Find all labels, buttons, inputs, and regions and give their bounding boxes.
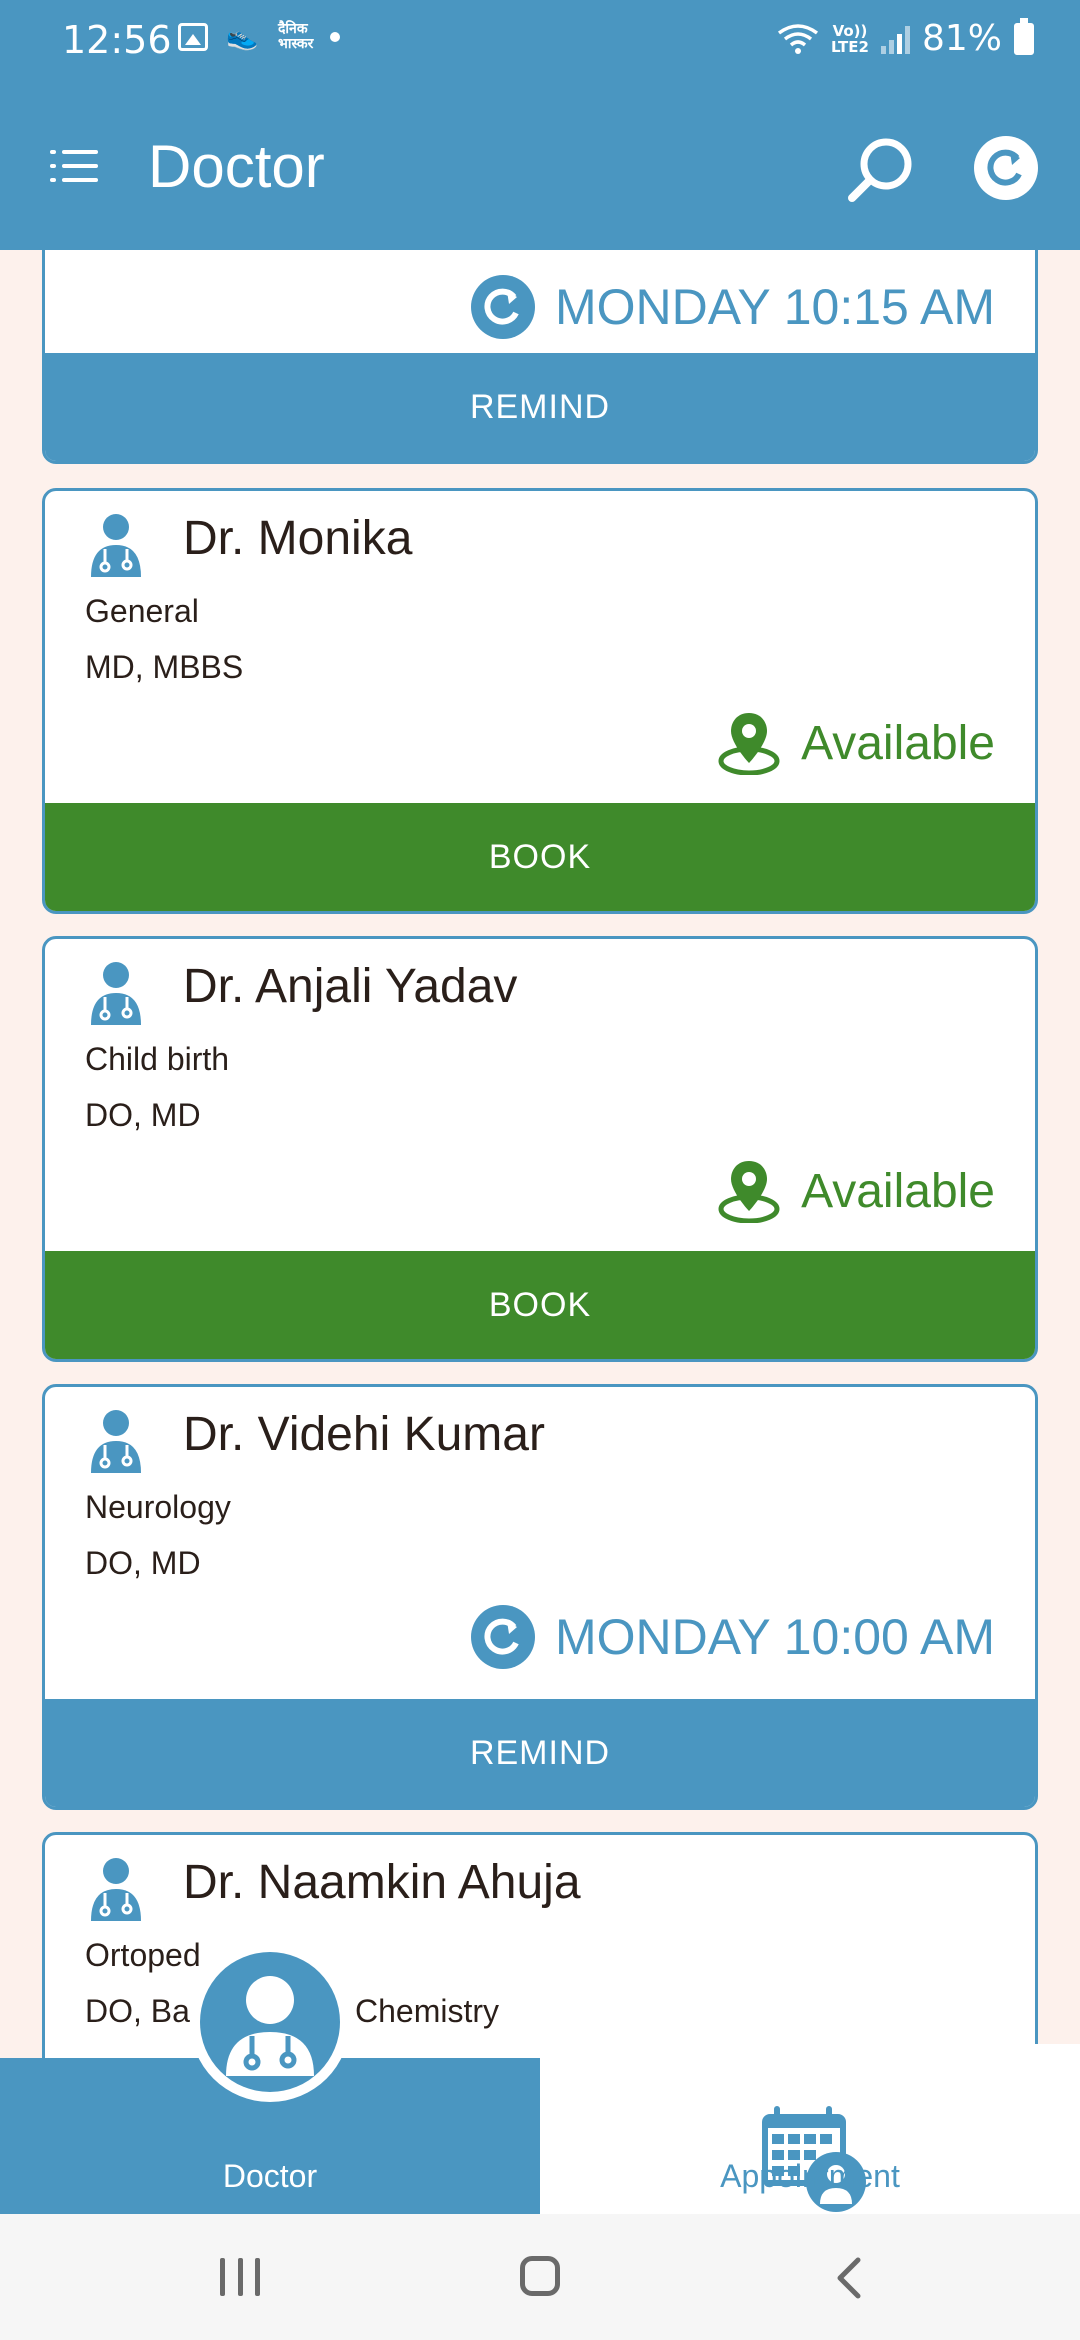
doctor-card: Dr. Videhi Kumar Neurology DO, MD MONDAY… <box>42 1384 1038 1810</box>
back-icon[interactable] <box>830 2256 870 2300</box>
availability-row: Available <box>717 711 995 775</box>
doctor-degree: DO, MD <box>85 1097 201 1133</box>
doctor-specialty: Neurology <box>85 1489 231 1525</box>
remind-button[interactable]: REMIND <box>45 1699 1035 1807</box>
doctor-icon <box>87 961 145 1025</box>
page-title: Doctor <box>148 133 325 200</box>
doctor-list[interactable]: MONDAY 10:15 AM REMIND Dr. Monika Genera… <box>0 250 1080 2058</box>
doctor-degree: DO, MD <box>85 1545 201 1581</box>
doctor-icon <box>87 513 145 577</box>
book-button[interactable]: BOOK <box>45 1251 1035 1359</box>
refresh-icon <box>471 1605 535 1669</box>
shoe-icon: 👟 <box>226 22 259 52</box>
book-button[interactable]: BOOK <box>45 803 1035 911</box>
refresh-icon[interactable] <box>974 136 1038 200</box>
doctor-icon <box>87 1857 145 1921</box>
doctor-name: Dr. Videhi Kumar <box>183 1408 545 1461</box>
bottom-navigation: Doctor Appointment <box>0 1942 1080 2214</box>
nav-label-doctor: Doctor <box>222 2158 318 2194</box>
lte-label: LTE2 <box>830 37 869 56</box>
battery-icon <box>1014 17 1034 55</box>
nav-label-appointment: Appointment <box>720 2158 900 2194</box>
availability-status: Available <box>801 716 995 770</box>
doctor-specialty: General <box>85 593 199 629</box>
doctor-degree: DO, Ba <box>85 1993 190 2029</box>
doctor-specialty: Child birth <box>85 1041 230 1077</box>
nav-tab-doctor[interactable]: Doctor <box>0 1942 540 2214</box>
doctor-icon <box>87 1409 145 1473</box>
doctor-nav-icon <box>200 1952 340 2092</box>
home-icon[interactable] <box>520 2256 560 2296</box>
app-bar: Doctor <box>0 80 1080 250</box>
availability-status: Available <box>801 1164 995 1218</box>
doctor-card: Dr. Anjali Yadav Child birth DO, MD Avai… <box>42 936 1038 1362</box>
schedule-row: MONDAY 10:15 AM <box>471 275 995 339</box>
status-time: 12:56 <box>62 18 172 62</box>
menu-icon[interactable] <box>50 150 100 182</box>
recent-apps-icon[interactable] <box>220 2258 260 2296</box>
nav-tab-appointment[interactable]: Appointment <box>540 2044 1080 2214</box>
doctor-degree-continued: Chemistry <box>355 1993 500 2029</box>
location-pin-icon <box>718 713 780 775</box>
news-app-icon: दैनिक भास्कर <box>278 21 314 52</box>
schedule-time: MONDAY 10:00 AM <box>555 1609 995 1665</box>
remind-button[interactable]: REMIND <box>45 353 1035 461</box>
wifi-icon <box>777 23 819 55</box>
doctor-name: Dr. Anjali Yadav <box>183 960 518 1013</box>
status-system-icons: Vo)) LTE2 81% <box>777 17 1034 59</box>
location-pin-icon <box>718 1161 780 1223</box>
battery-percent: 81% <box>921 18 1002 59</box>
doctor-name: Dr. Monika <box>183 512 413 565</box>
search-icon[interactable] <box>846 134 916 204</box>
doctor-fab[interactable] <box>190 1942 350 2102</box>
refresh-icon <box>471 275 535 339</box>
lte-indicator: Vo)) LTE2 <box>831 23 869 55</box>
doctor-card: Dr. Monika General MD, MBBS Available BO… <box>42 488 1038 914</box>
status-notification-icons: 👟 दैनिक भास्कर <box>178 22 340 52</box>
doctor-specialty: Ortoped <box>85 1937 201 1973</box>
schedule-row: MONDAY 10:00 AM <box>471 1605 995 1669</box>
more-notifications-icon <box>330 32 340 42</box>
system-navigation-bar <box>0 2214 1080 2340</box>
doctor-degree: MD, MBBS <box>85 649 244 685</box>
schedule-time: MONDAY 10:15 AM <box>555 279 995 335</box>
doctor-card: MONDAY 10:15 AM REMIND <box>42 250 1038 464</box>
status-bar: 12:56 👟 दैनिक भास्कर Vo)) LTE2 81% <box>0 0 1080 80</box>
doctor-name: Dr. Naamkin Ahuja <box>183 1856 581 1909</box>
gallery-icon <box>178 23 208 51</box>
availability-row: Available <box>717 1159 995 1223</box>
signal-icon <box>880 24 910 54</box>
